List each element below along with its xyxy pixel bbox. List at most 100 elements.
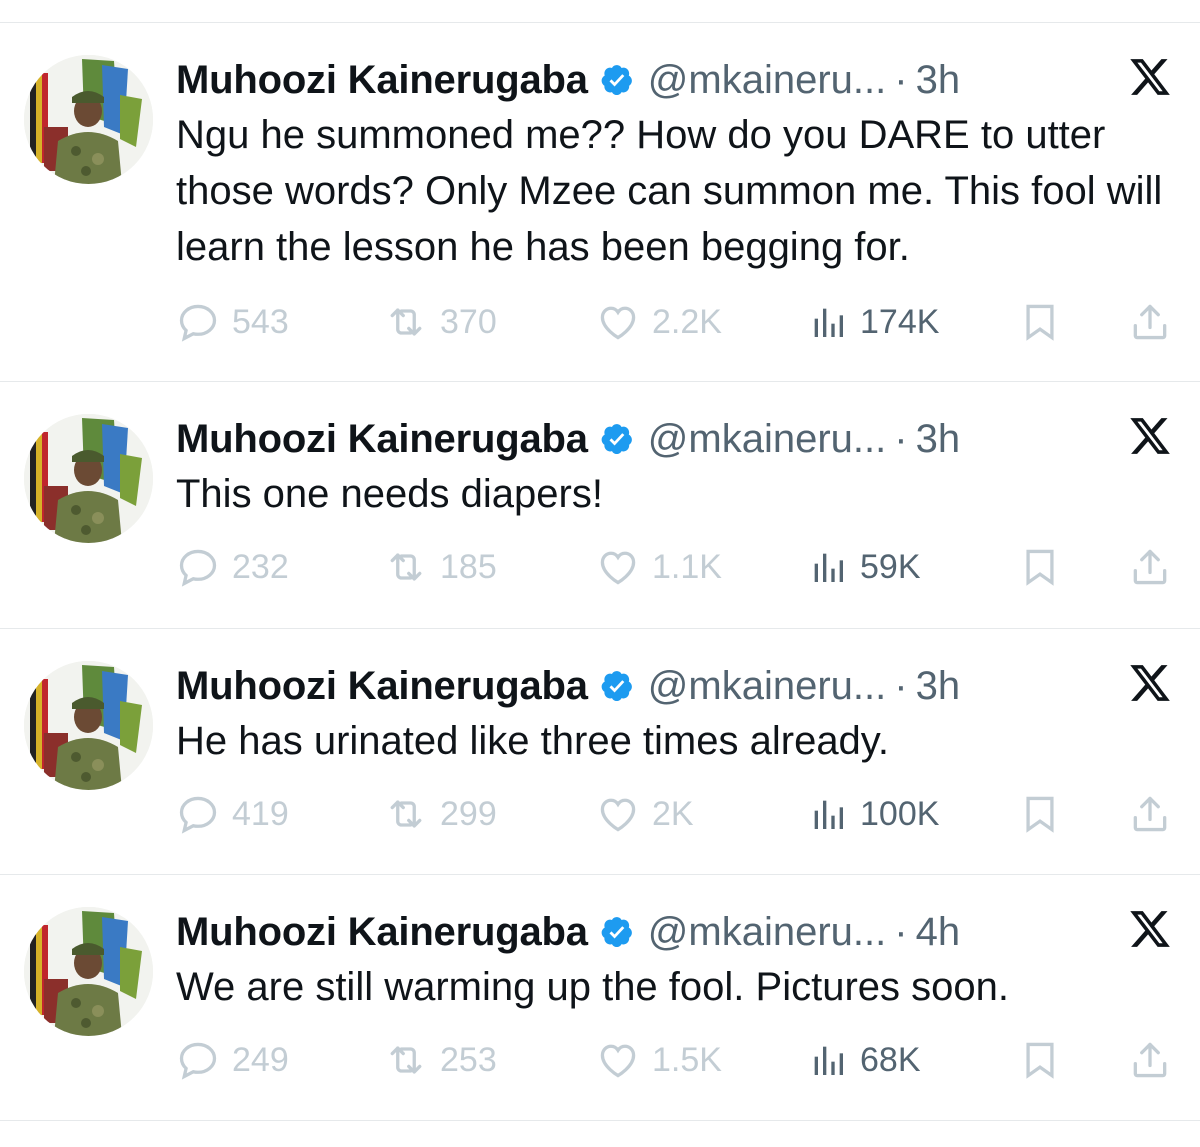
reply-icon [179,1042,217,1080]
tweet[interactable]: Muhoozi Kainerugaba @mkaineru... · 3h Th… [0,381,1200,628]
author-name[interactable]: Muhoozi Kainerugaba [176,53,588,107]
like-button[interactable]: 1.5K [596,1035,722,1085]
verified-badge-icon [601,65,632,95]
repost-count: 253 [440,1040,497,1079]
author-handle[interactable]: @mkaineru... [648,905,886,959]
share-button[interactable] [1128,789,1172,839]
tweet-actions: 249 253 1.5K 68K [176,1035,1172,1085]
author-handle[interactable]: @mkaineru... [648,659,886,713]
repost-count: 299 [440,794,497,833]
avatar[interactable] [24,907,153,1036]
share-icon [1133,796,1167,832]
timestamp[interactable]: 3h [916,412,961,466]
tweet-text: Ngu he summoned me?? How do you DARE to … [176,113,1163,269]
bookmark-button[interactable] [1018,1035,1062,1085]
reply-button[interactable]: 543 [176,297,289,347]
tweet[interactable]: Muhoozi Kainerugaba @mkaineru... · 3h Ng… [0,22,1200,381]
bookmark-icon [1026,549,1054,586]
views-button[interactable]: 59K [808,542,921,592]
x-logo-icon [1130,911,1170,947]
author-name[interactable]: Muhoozi Kainerugaba [176,659,588,713]
timestamp[interactable]: 3h [916,53,961,107]
reply-icon [179,304,217,342]
tweet[interactable]: Muhoozi Kainerugaba @mkaineru... · 4h We… [0,874,1200,1121]
like-count: 1.1K [652,547,722,586]
author-handle[interactable]: @mkaineru... [648,53,886,107]
heart-icon [600,1044,636,1078]
avatar[interactable] [24,661,153,790]
repost-button[interactable]: 370 [384,297,497,347]
separator-dot: · [894,910,908,954]
tweet-text: We are still warming up the fool. Pictur… [176,965,1009,1009]
share-button[interactable] [1128,297,1172,347]
share-button[interactable] [1128,1035,1172,1085]
tweet-actions: 232 185 1.1K 59K [176,542,1172,592]
timestamp[interactable]: 3h [916,659,961,713]
avatar-image [24,661,153,790]
reply-icon [179,549,217,587]
repost-icon [390,1046,422,1074]
separator-dot: · [894,58,908,102]
tweet-actions: 419 299 2K 100K [176,789,1172,839]
repost-count: 185 [440,547,497,586]
verified-badge-icon [601,671,632,701]
tweet-text: He has urinated like three times already… [176,719,889,763]
x-logo-icon [1130,665,1170,701]
views-count: 68K [860,1040,921,1079]
tweet-header: Muhoozi Kainerugaba @mkaineru... · 3h [176,412,960,466]
bookmark-button[interactable] [1018,297,1062,347]
like-count: 1.5K [652,1040,722,1079]
repost-button[interactable]: 299 [384,789,497,839]
reply-button[interactable]: 249 [176,1035,289,1085]
tweet-feed: Muhoozi Kainerugaba @mkaineru... · 3h Ng… [0,22,1200,1121]
avatar-image [24,414,153,543]
bookmark-icon [1026,304,1054,341]
x-logo-icon [1130,59,1170,95]
author-name[interactable]: Muhoozi Kainerugaba [176,905,588,959]
reply-button[interactable]: 419 [176,789,289,839]
verified-badge-icon [601,917,632,947]
tweet-header: Muhoozi Kainerugaba @mkaineru... · 3h [176,659,960,713]
reply-button[interactable]: 232 [176,542,289,592]
tweet-header: Muhoozi Kainerugaba @mkaineru... · 4h [176,905,960,959]
views-button[interactable]: 174K [808,297,939,347]
bookmark-icon [1026,1042,1054,1079]
heart-icon [600,306,636,340]
avatar-image [24,55,153,184]
like-count: 2.2K [652,302,722,341]
bookmark-button[interactable] [1018,789,1062,839]
reply-count: 419 [232,794,289,833]
verified-badge-icon [601,424,632,454]
like-button[interactable]: 1.1K [596,542,722,592]
reply-count: 249 [232,1040,289,1079]
share-icon [1133,549,1167,585]
share-icon [1133,304,1167,340]
author-name[interactable]: Muhoozi Kainerugaba [176,412,588,466]
bookmark-icon [1026,796,1054,833]
like-button[interactable]: 2K [596,789,694,839]
repost-button[interactable]: 185 [384,542,497,592]
share-button[interactable] [1128,542,1172,592]
reply-count: 232 [232,547,289,586]
avatar[interactable] [24,55,153,184]
avatar[interactable] [24,414,153,543]
views-count: 174K [860,302,940,341]
views-button[interactable]: 100K [808,789,939,839]
views-icon [814,800,843,829]
views-count: 59K [860,547,921,586]
x-logo-icon [1130,418,1170,454]
tweet-header: Muhoozi Kainerugaba @mkaineru... · 3h [176,53,960,107]
reply-icon [179,796,217,834]
avatar-image [24,907,153,1036]
separator-dot: · [894,417,908,461]
tweet[interactable]: Muhoozi Kainerugaba @mkaineru... · 3h He… [0,628,1200,874]
timestamp[interactable]: 4h [916,905,961,959]
bookmark-button[interactable] [1018,542,1062,592]
heart-icon [600,798,636,832]
author-handle[interactable]: @mkaineru... [648,412,886,466]
views-icon [814,1046,843,1075]
views-button[interactable]: 68K [808,1035,921,1085]
like-button[interactable]: 2.2K [596,297,722,347]
repost-button[interactable]: 253 [384,1035,497,1085]
heart-icon [600,551,636,585]
